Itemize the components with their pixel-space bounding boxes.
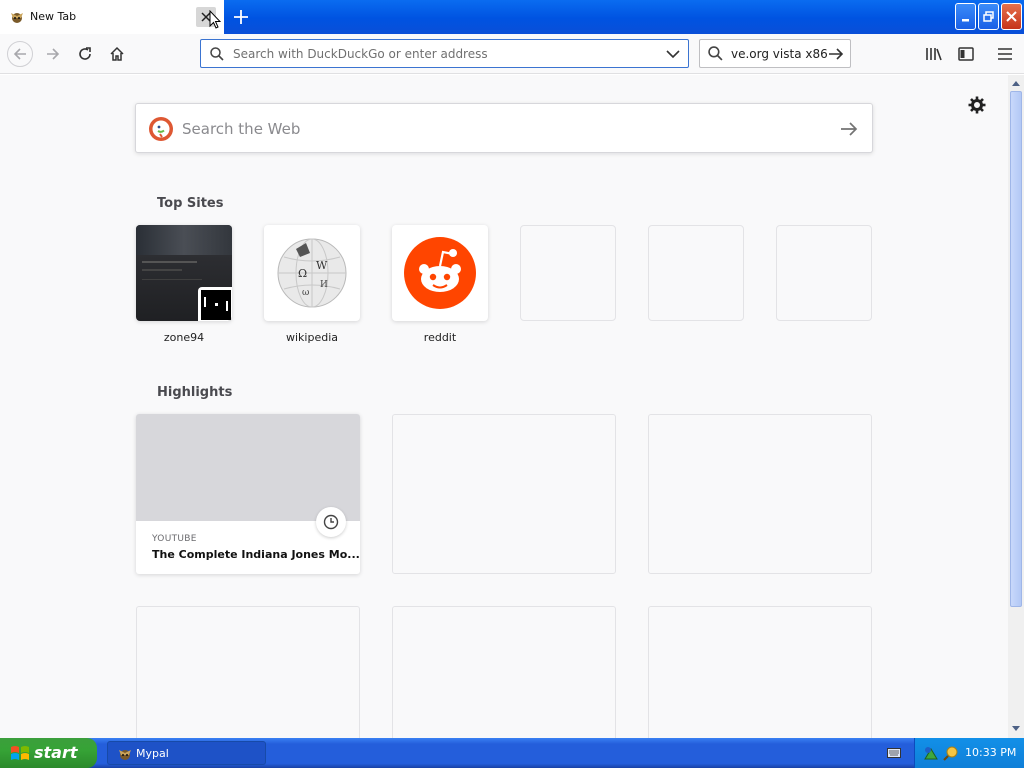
empty-tile	[648, 225, 744, 321]
taskbar-item-label: Mypal	[136, 747, 169, 760]
network-icon[interactable]	[923, 745, 939, 761]
top-site-thumbnail	[136, 225, 232, 321]
web-search-box[interactable]: Search the Web	[135, 103, 873, 153]
highlights-heading: Highlights	[157, 385, 233, 400]
top-site-label: wikipedia	[285, 331, 338, 344]
highlight-source: YOUTUBE	[152, 534, 197, 544]
search-icon	[708, 46, 723, 61]
home-button[interactable]	[105, 42, 129, 66]
highlight-empty-slot	[392, 606, 616, 738]
highlight-title: The Complete Indiana Jones Mo...	[152, 548, 360, 561]
search-bar-value: ve.org vista x86	[731, 47, 828, 61]
top-site-reddit[interactable]: reddit	[392, 225, 488, 344]
tab-new-tab[interactable]: New Tab	[0, 0, 224, 34]
forward-arrow-icon	[47, 48, 60, 60]
scrollbar-thumb[interactable]	[1010, 91, 1022, 607]
empty-tile	[520, 225, 616, 321]
minimize-icon	[961, 18, 969, 21]
top-site-label: reddit	[423, 331, 457, 344]
web-search-placeholder: Search the Web	[182, 120, 301, 138]
svg-text:W: W	[316, 259, 328, 272]
search-icon	[210, 47, 224, 61]
top-site-empty-slot[interactable]	[648, 225, 744, 321]
top-site-empty-slot[interactable]	[776, 225, 872, 321]
mouse-cursor-icon	[209, 10, 221, 29]
highlight-empty-slot	[648, 606, 872, 738]
highlight-empty-slot	[136, 606, 360, 738]
search-tray-icon[interactable]	[943, 745, 959, 761]
go-arrow-icon[interactable]	[828, 47, 844, 61]
forward-button[interactable]	[41, 42, 65, 66]
clock-icon	[323, 514, 339, 530]
new-tab-page: Search the Web Top Sites zone94 Ω W И ω …	[0, 75, 1008, 738]
duckduckgo-logo-icon	[149, 117, 173, 141]
plus-icon	[234, 10, 248, 24]
top-sites-heading: Top Sites	[157, 196, 224, 211]
back-button[interactable]	[7, 41, 33, 67]
start-label: start	[34, 743, 78, 762]
library-button[interactable]	[922, 42, 946, 66]
reddit-logo-icon	[404, 237, 476, 309]
reload-button[interactable]	[73, 42, 97, 66]
chevron-down-icon[interactable]	[666, 49, 680, 59]
highlight-empty-slot	[648, 414, 872, 574]
vertical-scrollbar[interactable]	[1008, 75, 1024, 738]
top-site-thumbnail	[392, 225, 488, 321]
hamburger-menu-icon	[998, 48, 1012, 60]
highlight-card[interactable]: YOUTUBE The Complete Indiana Jones Mo...	[136, 414, 360, 574]
navigation-toolbar: Search with DuckDuckGo or enter address …	[0, 34, 1024, 74]
menu-button[interactable]	[993, 42, 1017, 66]
home-icon	[110, 46, 124, 61]
top-site-zone94[interactable]: zone94	[136, 225, 232, 344]
gear-icon[interactable]	[968, 96, 986, 114]
svg-text:Ω: Ω	[298, 267, 307, 280]
taskbar: start Mypal 10:33 PM	[0, 738, 1024, 768]
top-site-wikipedia[interactable]: Ω W И ω wikipedia	[264, 225, 360, 344]
back-arrow-icon	[13, 48, 26, 60]
close-window-button[interactable]	[1001, 3, 1022, 30]
highlight-empty-slot	[392, 414, 616, 574]
highlight-thumbnail	[136, 414, 360, 521]
empty-tile	[776, 225, 872, 321]
svg-text:И: И	[320, 280, 328, 290]
scroll-down-arrow-icon[interactable]	[1009, 722, 1023, 736]
address-bar-placeholder: Search with DuckDuckGo or enter address	[233, 47, 488, 61]
highlight-type-badge	[316, 507, 346, 537]
restore-button[interactable]	[978, 3, 999, 30]
sidebar-icon	[958, 47, 974, 61]
restore-icon	[983, 11, 994, 22]
reload-icon	[79, 47, 91, 60]
keyboard-icon[interactable]	[887, 748, 901, 758]
top-site-empty-slot[interactable]	[520, 225, 616, 321]
svg-text:ω: ω	[302, 288, 309, 298]
sidebar-button[interactable]	[954, 42, 978, 66]
system-tray: 10:33 PM	[914, 738, 1024, 768]
tab-title: New Tab	[30, 10, 77, 23]
top-site-thumbnail: Ω W И ω	[264, 225, 360, 321]
mypal-logo-icon	[119, 750, 131, 760]
search-submit-arrow-icon[interactable]	[839, 119, 859, 139]
wikipedia-globe-icon: Ω W И ω	[277, 238, 347, 308]
address-bar[interactable]: Search with DuckDuckGo or enter address	[200, 39, 689, 68]
new-tab-button[interactable]	[230, 6, 252, 28]
top-site-label: zone94	[163, 331, 205, 344]
close-icon	[1006, 11, 1017, 22]
zone94-favicon	[201, 290, 231, 320]
library-icon	[926, 48, 942, 61]
windows-logo-icon	[11, 746, 29, 760]
clock: 10:33 PM	[965, 746, 1017, 759]
scroll-up-arrow-icon[interactable]	[1009, 76, 1023, 90]
start-button[interactable]: start	[0, 738, 97, 768]
search-bar[interactable]: ve.org vista x86	[699, 39, 851, 68]
taskbar-item-mypal[interactable]: Mypal	[107, 741, 266, 765]
minimize-button[interactable]	[955, 3, 976, 30]
title-bar: New Tab	[0, 0, 1024, 34]
mypal-logo-icon	[11, 13, 23, 23]
